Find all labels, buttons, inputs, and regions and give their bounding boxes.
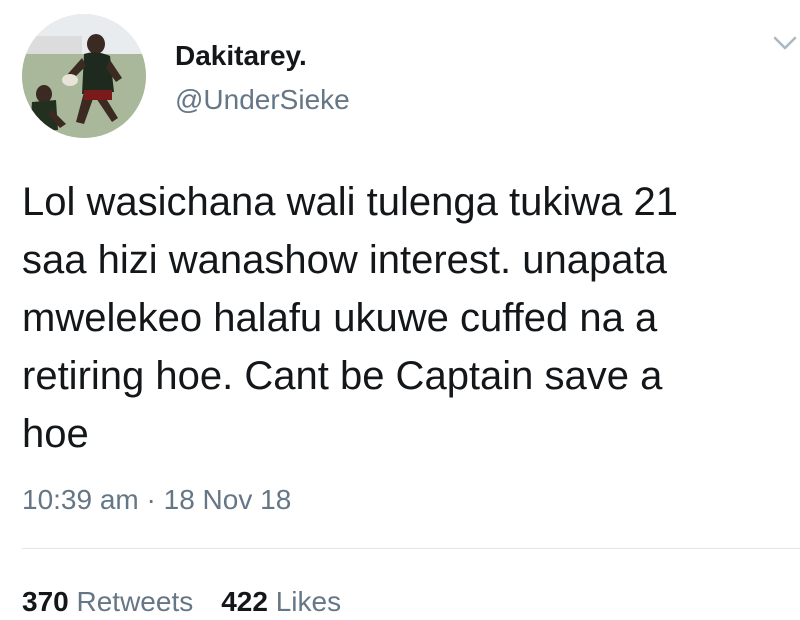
divider [22, 548, 800, 549]
author-display-name[interactable]: Dakitarey. [175, 38, 307, 74]
likes-label: Likes [275, 586, 342, 617]
likes-count: 422 [221, 586, 268, 617]
avatar[interactable] [22, 14, 146, 138]
likes-stat[interactable]: 422 Likes [221, 586, 341, 617]
author-handle[interactable]: @UnderSieke [175, 82, 350, 118]
retweets-stat[interactable]: 370 Retweets [22, 586, 193, 617]
tweet-timestamp[interactable]: 10:39 am · 18 Nov 18 [22, 482, 291, 518]
tweet-stats: 370 Retweets 422 Likes [22, 584, 369, 620]
tweet-card: Dakitarey. @UnderSieke Lol wasichana wal… [0, 0, 800, 617]
avatar-photo [22, 14, 146, 138]
tweet-text: Lol wasichana wali tulenga tukiwa 21 saa… [22, 180, 678, 456]
chevron-down-icon[interactable] [772, 34, 798, 52]
retweets-count: 370 [22, 586, 69, 617]
retweets-label: Retweets [76, 586, 194, 617]
